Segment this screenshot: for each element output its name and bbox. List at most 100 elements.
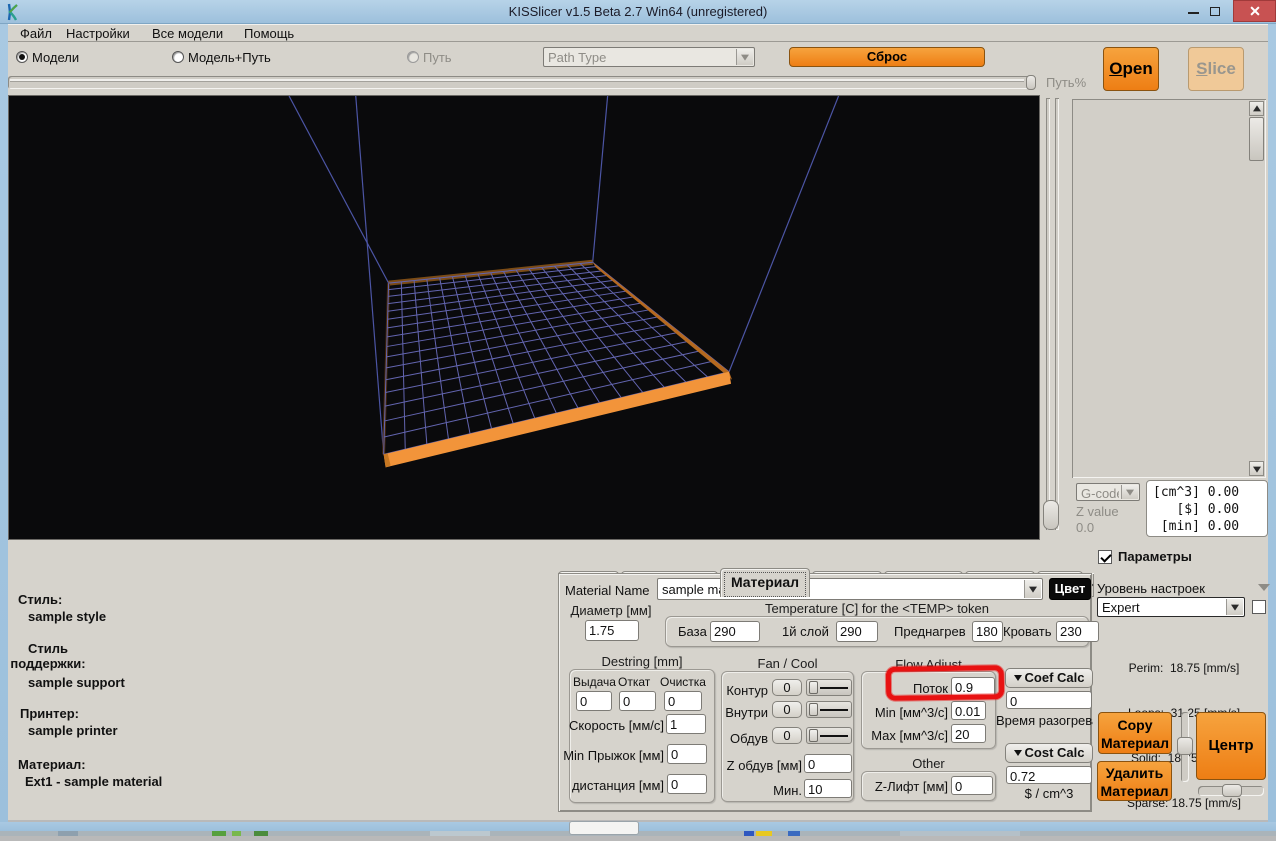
window-border-right xyxy=(1268,24,1276,822)
path-progress-track[interactable] xyxy=(8,76,1030,89)
reset-button[interactable]: Сброс xyxy=(789,47,985,67)
scroll-down-icon[interactable] xyxy=(1249,461,1264,476)
flow-max-input[interactable]: 20 xyxy=(951,724,986,743)
slice-label: lice xyxy=(1207,59,1235,78)
minimize-button[interactable] xyxy=(1188,12,1199,14)
z-range-thumb[interactable] xyxy=(1043,500,1059,530)
diameter-input[interactable]: 1.75 xyxy=(585,620,639,641)
temp-base-input[interactable]: 290 xyxy=(710,621,760,642)
flow-min-label: Min [мм^3/с] xyxy=(862,705,948,720)
destring-jump-input[interactable]: 0 xyxy=(667,744,707,764)
flow-min-input[interactable]: 0.01 xyxy=(951,701,986,720)
scroll-up-icon[interactable] xyxy=(1249,101,1264,116)
menu-settings[interactable]: Настройки xyxy=(60,26,136,42)
fan-perim-slider[interactable] xyxy=(806,679,852,696)
destring-speed-input[interactable]: 1 xyxy=(666,714,706,734)
viewport-3d[interactable] xyxy=(8,95,1040,540)
material-vslider-thumb[interactable] xyxy=(1177,737,1193,755)
fan-z-label: Z обдув [мм] xyxy=(722,758,802,773)
support-label: Стиль поддержки: xyxy=(8,641,88,671)
settings-level-lock-checkbox[interactable] xyxy=(1252,600,1266,614)
menu-help[interactable]: Помощь xyxy=(238,26,300,42)
temp-layer1-input[interactable]: 290 xyxy=(836,621,878,642)
material-panel: Material Name sample material - in Ext 1… xyxy=(558,573,1092,812)
params-label: Параметры xyxy=(1118,549,1192,564)
coef-calc-button[interactable]: Coef Calc xyxy=(1005,668,1093,688)
destring-distance-input[interactable]: 0 xyxy=(667,774,707,794)
coef-value-input[interactable]: 0 xyxy=(1006,691,1092,709)
material-name-value: sample material - in Ext 1 xyxy=(662,582,1022,597)
flow-highlight-annotation xyxy=(886,665,1004,701)
copy-material-button[interactable]: Copy Материал xyxy=(1098,712,1172,754)
window-title: KISSlicer v1.5 Beta 2.7 Win64 (unregiste… xyxy=(0,4,1276,19)
chevron-down-icon[interactable] xyxy=(1024,580,1041,598)
destring-col-suck: Откат xyxy=(618,675,650,689)
params-checkbox[interactable] xyxy=(1098,550,1112,564)
fan-cool-value[interactable]: 0 xyxy=(772,727,802,744)
center-button[interactable]: Центр xyxy=(1196,712,1266,780)
radio-models[interactable] xyxy=(16,51,28,63)
fan-min-input[interactable]: 10 xyxy=(804,779,852,798)
fancool-title: Fan / Cool xyxy=(721,656,854,671)
window-border-left xyxy=(0,24,8,822)
fan-cool-label: Обдув xyxy=(722,731,768,746)
fan-cool-slider[interactable] xyxy=(806,727,852,744)
fan-inside-value[interactable]: 0 xyxy=(772,701,802,718)
models-listbox[interactable] xyxy=(1072,99,1266,478)
menu-all-models[interactable]: Все модели xyxy=(146,26,229,42)
destring-title: Destring [mm] xyxy=(569,654,715,669)
settings-level-value: Expert xyxy=(1102,600,1224,615)
build-platform-scene xyxy=(9,96,1039,539)
settings-level-select[interactable]: Expert xyxy=(1097,597,1245,617)
destring-prime-input[interactable]: 0 xyxy=(576,691,612,711)
cost-calc-label: Cost Calc xyxy=(1025,745,1085,760)
z-value-label: Z value xyxy=(1076,504,1119,519)
menu-bar: Файл Настройки Все модели Помощь xyxy=(8,24,1268,42)
temp-preheat-input[interactable]: 180 xyxy=(972,621,1003,642)
cost-value-input[interactable]: 0.72 xyxy=(1006,766,1092,784)
path-type-select: Path Type xyxy=(543,47,755,67)
z-range-track-1[interactable] xyxy=(1046,98,1050,530)
material-name-select[interactable]: sample material - in Ext 1 xyxy=(657,578,1043,600)
zlift-input[interactable]: 0 xyxy=(951,776,993,795)
destring-col-wipe: Очистка xyxy=(660,675,706,689)
printer-label: Принтер: xyxy=(20,706,79,721)
diameter-label: Диаметр [мм] xyxy=(563,603,659,618)
temp-bed-input[interactable]: 230 xyxy=(1056,621,1099,642)
speed-perim: Perim: 18.75 [mm/s] xyxy=(1100,661,1268,676)
tab-material[interactable]: Материал xyxy=(720,568,810,597)
center-hslider-thumb[interactable] xyxy=(1222,784,1242,797)
cost-unit-label: $ / cm^3 xyxy=(1006,786,1092,801)
destring-suck-input[interactable]: 0 xyxy=(619,691,656,711)
warmup-label: Время разогрева xyxy=(996,713,1093,728)
slice-button: Slice xyxy=(1188,47,1244,91)
maximize-button[interactable] xyxy=(1210,7,1220,16)
material-label: Материал: xyxy=(18,757,86,772)
chevron-down-icon xyxy=(1121,485,1138,499)
listbox-scroll-thumb[interactable] xyxy=(1249,117,1264,161)
delete-material-button[interactable]: Удалить Материал xyxy=(1097,761,1172,801)
other-group: Z-Лифт [мм] 0 xyxy=(861,771,996,801)
destring-wipe-input[interactable]: 0 xyxy=(664,691,702,711)
fan-perim-label: Контур xyxy=(722,683,768,698)
fan-z-input[interactable]: 0 xyxy=(804,754,852,773)
fan-inside-slider[interactable] xyxy=(806,701,852,718)
radio-model-path[interactable] xyxy=(172,51,184,63)
color-button[interactable]: Цвет xyxy=(1049,578,1091,600)
desktop-sliver xyxy=(0,831,1276,836)
collapse-arrow-icon[interactable] xyxy=(1258,584,1270,591)
fancool-group: Контур 0 Внутри 0 Обдув 0 Z обдув [мм] 0… xyxy=(721,671,854,802)
fan-perim-value[interactable]: 0 xyxy=(772,679,802,696)
z-range-track-2[interactable] xyxy=(1055,98,1059,530)
destring-distance-label: дистанция [мм] xyxy=(560,778,664,793)
open-button[interactable]: Open xyxy=(1103,47,1159,91)
temp-layer1-label: 1й слой xyxy=(782,624,829,639)
close-button[interactable] xyxy=(1233,0,1276,22)
z-value: 0.0 xyxy=(1076,520,1094,535)
path-progress-thumb[interactable] xyxy=(1026,75,1036,90)
chevron-down-icon xyxy=(736,49,753,65)
menu-file[interactable]: Файл xyxy=(14,26,58,42)
other-title: Other xyxy=(861,756,996,771)
cost-calc-button[interactable]: Cost Calc xyxy=(1005,743,1093,763)
chevron-down-icon[interactable] xyxy=(1226,599,1243,615)
